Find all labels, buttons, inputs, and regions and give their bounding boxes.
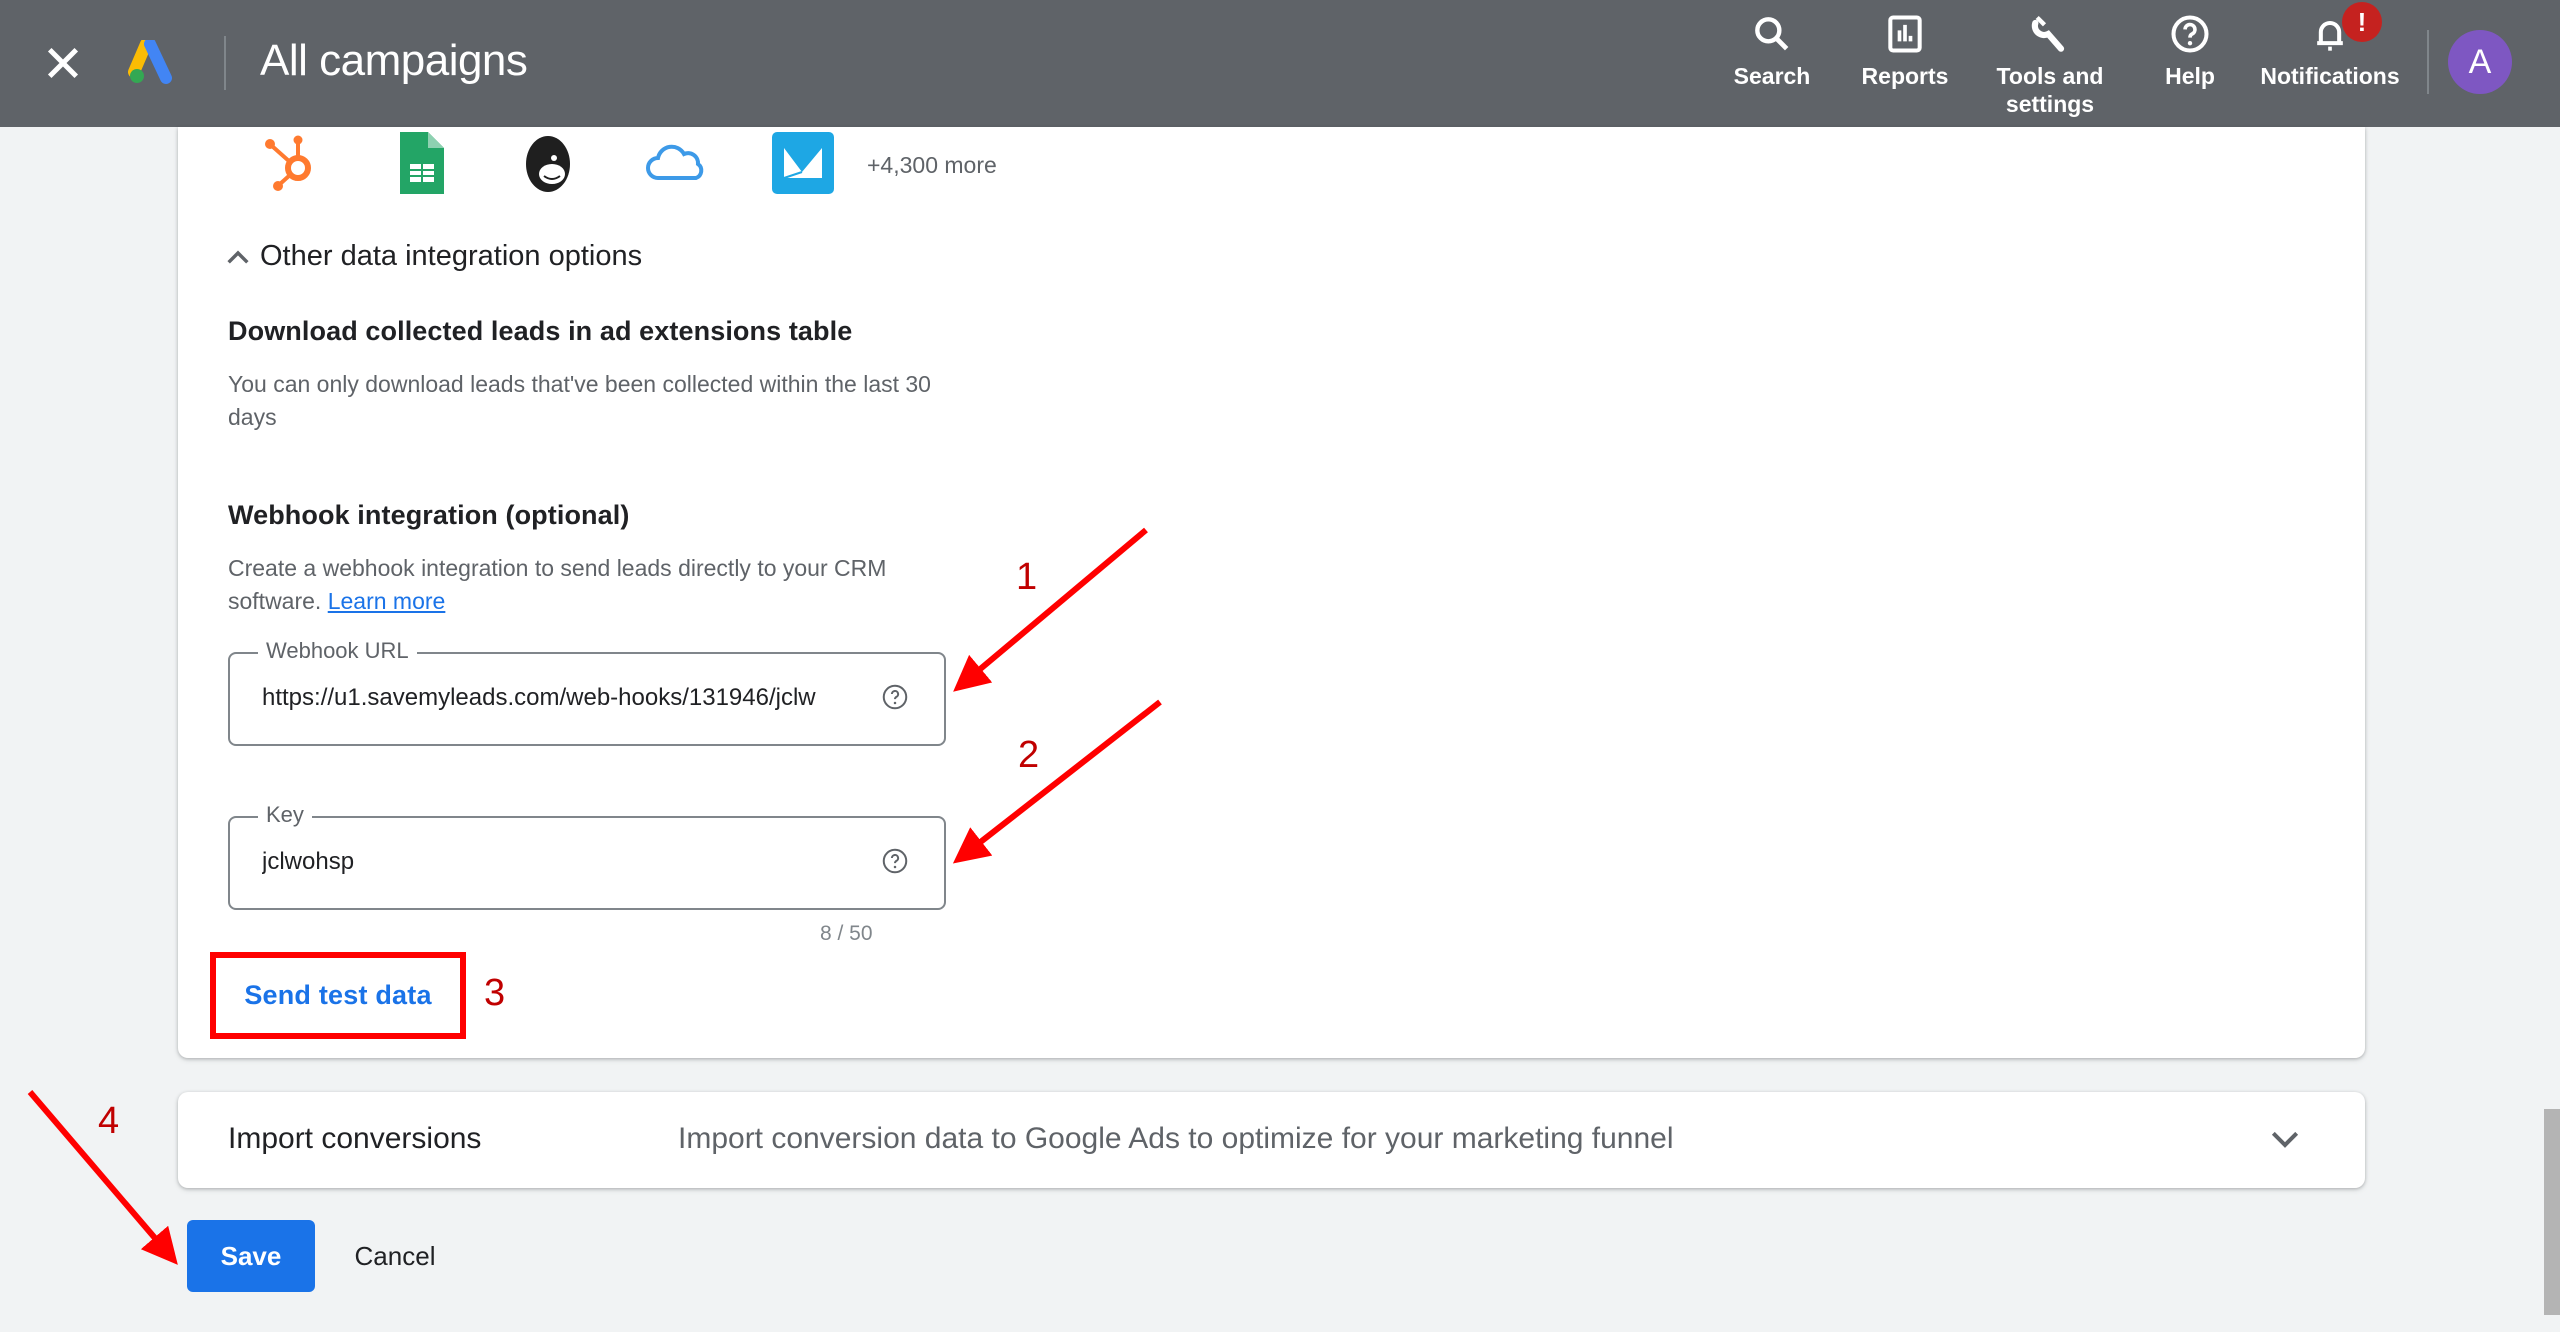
annotation-number-3: 3 <box>484 972 506 1014</box>
help-icon <box>2171 15 2209 53</box>
google-sheets-icon[interactable] <box>386 130 452 196</box>
cancel-button[interactable]: Cancel <box>330 1220 460 1292</box>
nav-search[interactable]: Search <box>1728 12 1816 90</box>
key-character-counter: 8 / 50 <box>820 922 873 945</box>
nav-search-label: Search <box>1733 63 1811 89</box>
top-app-bar: All campaigns Search Reports Tools and se… <box>0 0 2560 127</box>
webhook-description: Create a webhook integration to send lea… <box>228 552 948 618</box>
nav-notifications[interactable]: ! Notifications <box>2250 2 2410 90</box>
page-scrollbar-thumb[interactable] <box>2544 1109 2560 1315</box>
nav-help[interactable]: Help <box>2160 12 2220 90</box>
other-integration-options-toggle[interactable]: Other data integration options <box>222 240 642 273</box>
page-title: All campaigns <box>260 36 528 85</box>
help-circle-icon[interactable] <box>880 846 910 876</box>
import-conversions-description: Import conversion data to Google Ads to … <box>678 1122 1674 1155</box>
webhook-url-label: Webhook URL <box>258 638 417 664</box>
email-app-icon[interactable] <box>770 130 836 196</box>
webhook-key-field[interactable]: Key <box>228 802 946 910</box>
notification-badge: ! <box>2342 2 2382 42</box>
webhook-url-field[interactable]: Webhook URL <box>228 638 946 746</box>
nav-tools-label: Tools and settings <box>1996 63 2104 117</box>
more-integrations-link[interactable]: +4,300 more <box>867 152 997 179</box>
save-button[interactable]: Save <box>187 1220 315 1292</box>
hubspot-icon[interactable] <box>258 130 324 196</box>
chevron-up-icon <box>227 250 249 264</box>
annotation-number-2: 2 <box>1018 734 1040 776</box>
google-ads-logo <box>128 38 178 86</box>
webhook-heading: Webhook integration (optional) <box>228 500 630 530</box>
annotation-number-4: 4 <box>98 1100 120 1142</box>
close-button[interactable] <box>40 40 86 86</box>
nav-reports[interactable]: Reports <box>1855 12 1955 90</box>
nav-notifications-label: Notifications <box>2260 63 2400 89</box>
webhook-url-input[interactable] <box>262 684 862 712</box>
annotation-number-1: 1 <box>1016 556 1038 598</box>
webhook-key-label: Key <box>258 802 312 828</box>
import-conversions-panel[interactable]: Import conversions Import conversion dat… <box>178 1092 2365 1188</box>
chevron-down-icon[interactable] <box>2265 1120 2305 1160</box>
other-options-label: Other data integration options <box>260 240 643 272</box>
nav-help-label: Help <box>2165 63 2215 89</box>
webhook-key-input[interactable] <box>262 848 862 876</box>
help-circle-icon[interactable] <box>880 682 910 712</box>
download-leads-description: You can only download leads that've been… <box>228 371 931 430</box>
close-icon <box>47 47 79 79</box>
nav-reports-label: Reports <box>1861 63 1949 89</box>
send-test-data-button[interactable]: Send test data <box>210 952 466 1039</box>
header-divider <box>224 36 226 90</box>
learn-more-link[interactable]: Learn more <box>328 588 446 614</box>
nav-tools-and-settings[interactable]: Tools and settings <box>1990 12 2110 118</box>
wrench-icon <box>2031 15 2065 52</box>
import-conversions-title: Import conversions <box>228 1122 482 1155</box>
account-avatar[interactable]: A <box>2448 30 2512 94</box>
download-leads-heading: Download collected leads in ad extension… <box>228 316 853 346</box>
mailchimp-icon[interactable] <box>514 130 580 196</box>
cloud-app-icon[interactable] <box>642 130 708 196</box>
reports-icon <box>1888 15 1922 53</box>
search-icon <box>1755 17 1789 51</box>
header-divider-right <box>2427 30 2429 94</box>
